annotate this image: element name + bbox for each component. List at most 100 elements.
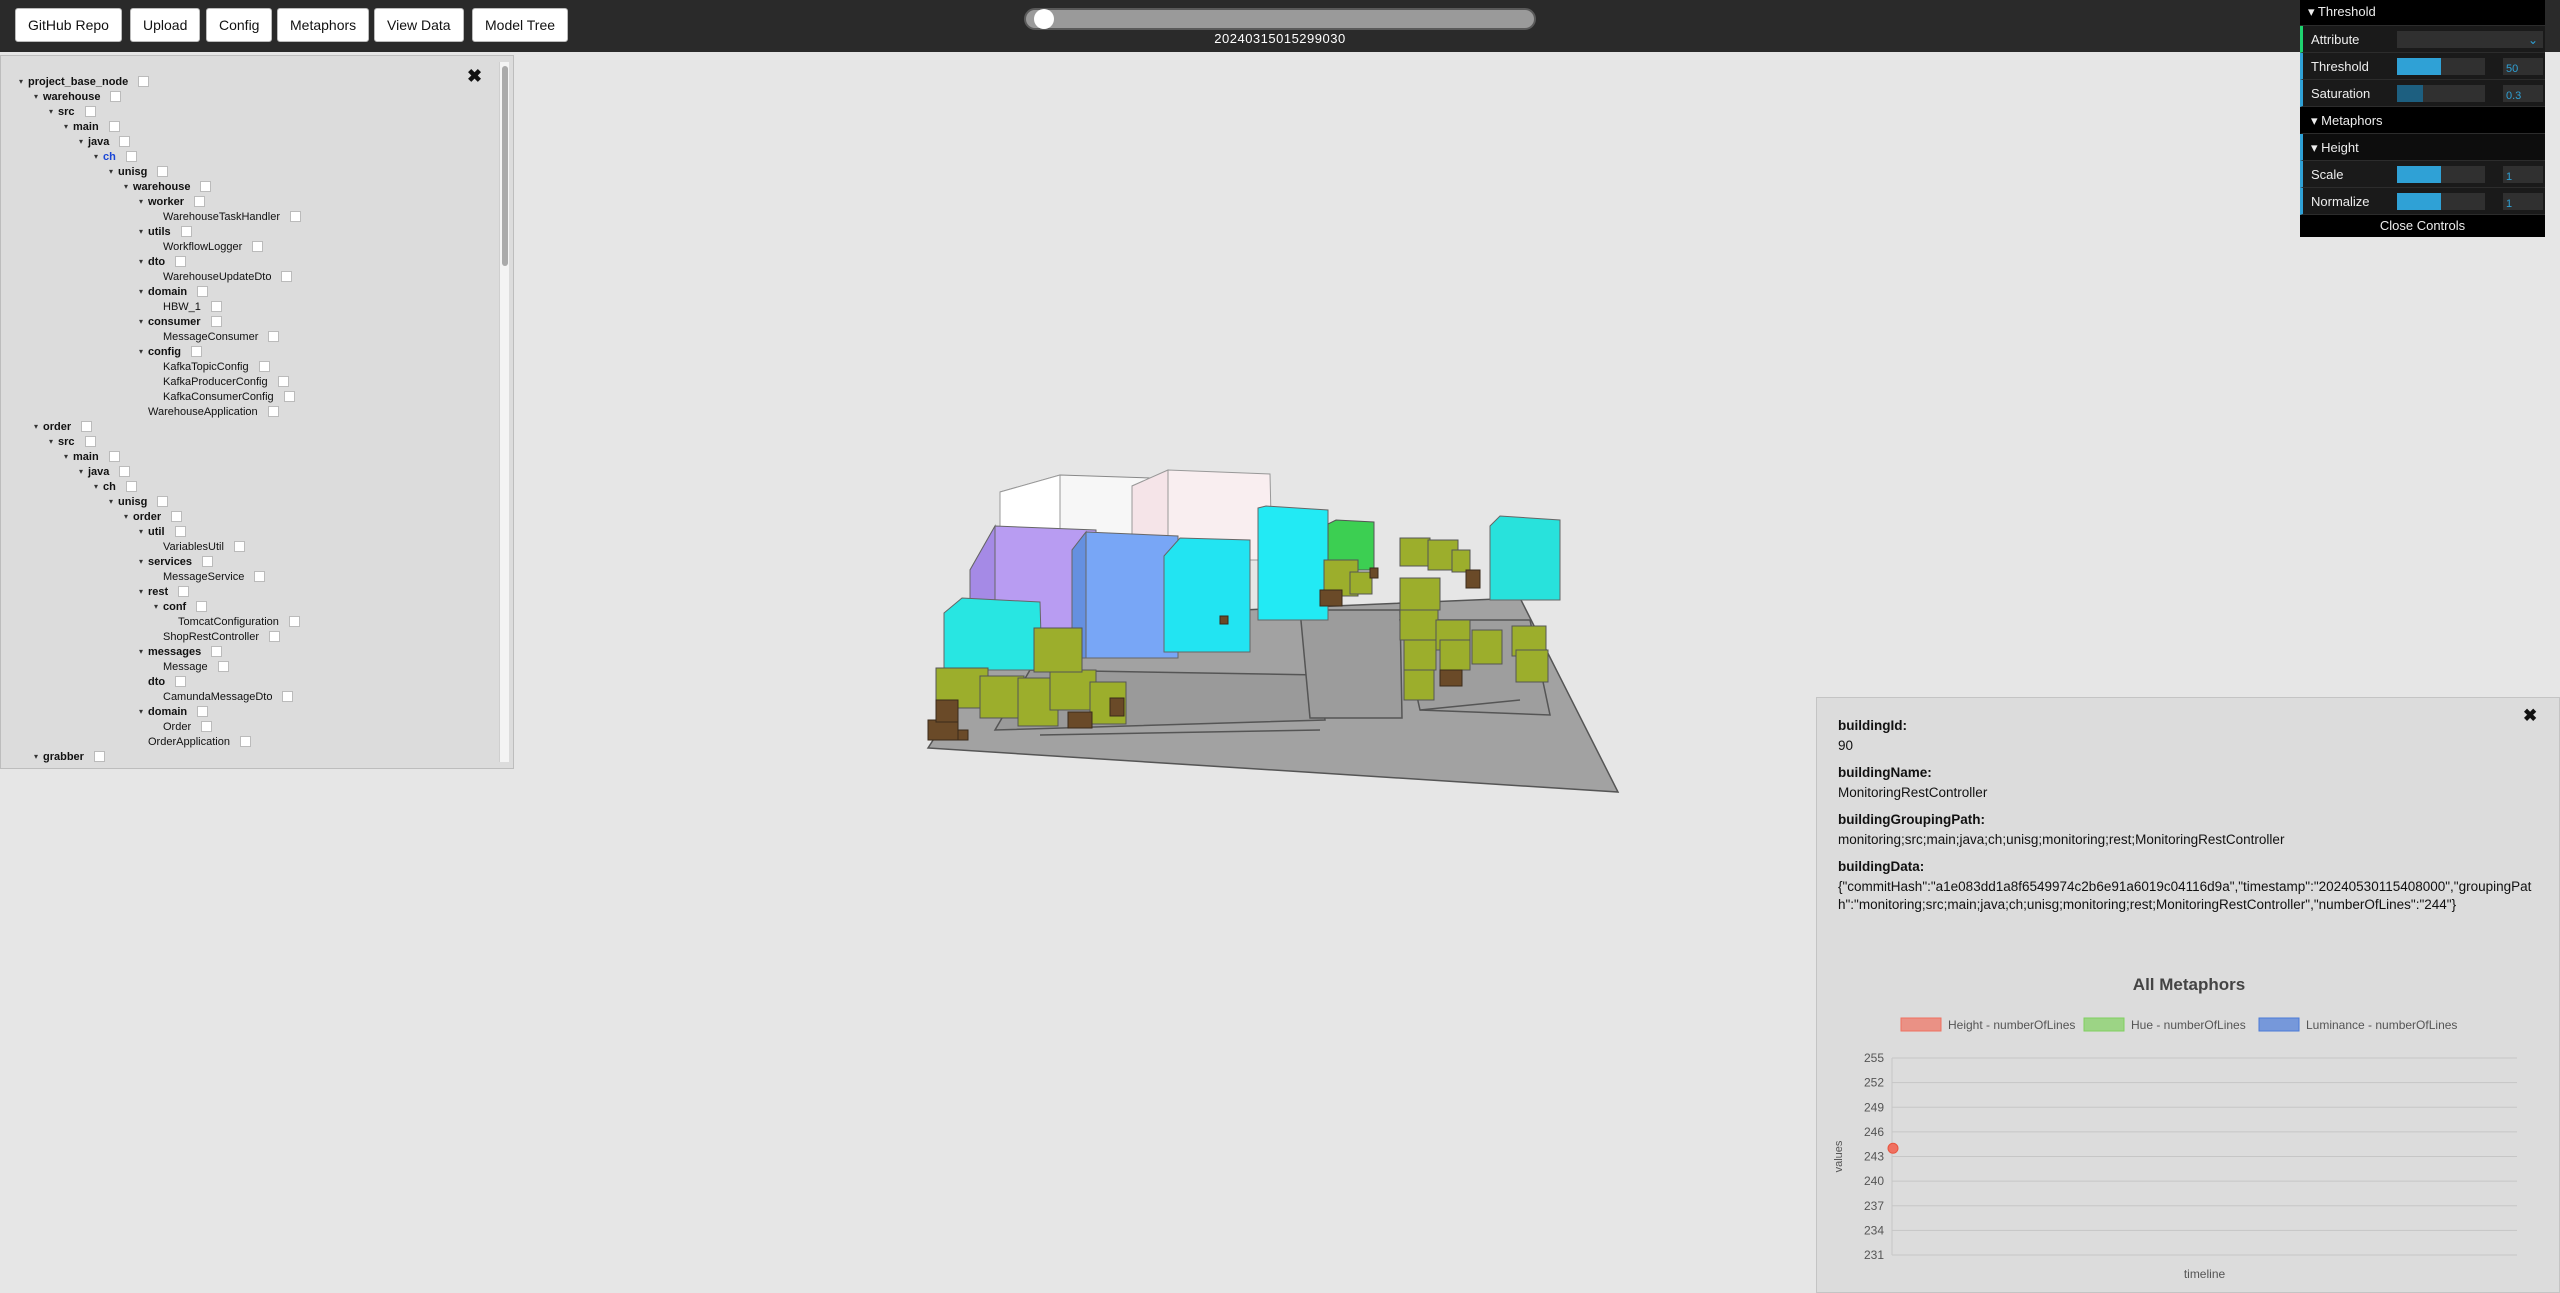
tree-folder[interactable]: ▾ src	[19, 104, 301, 119]
tree-folder[interactable]: ▾ project_base_node	[19, 74, 301, 89]
tree-folder[interactable]: ▾ java	[19, 464, 301, 479]
tree-file[interactable]: WorkflowLogger	[19, 239, 301, 254]
tree-item-checkbox[interactable]	[210, 316, 222, 327]
chevron-down-icon[interactable]: ▾	[34, 752, 43, 761]
chevron-down-icon[interactable]: ▾	[94, 482, 103, 491]
tree-item-checkbox[interactable]	[125, 151, 137, 162]
tree-folder[interactable]: ▾ config	[19, 344, 301, 359]
tree-item-checkbox[interactable]	[157, 496, 169, 507]
chevron-down-icon[interactable]: ▾	[19, 77, 28, 86]
tree-item-checkbox[interactable]	[194, 196, 206, 207]
tree-item-checkbox[interactable]	[178, 586, 190, 597]
tree-folder[interactable]: ▾ java	[19, 134, 301, 149]
chevron-down-icon[interactable]: ▾	[139, 317, 148, 326]
tree-folder[interactable]: ▾ unisg	[19, 164, 301, 179]
normalize-input[interactable]: 1	[2503, 193, 2543, 210]
tree-item-checkbox[interactable]	[289, 211, 301, 222]
tree-item-checkbox[interactable]	[157, 166, 169, 177]
normalize-slider[interactable]	[2397, 193, 2485, 210]
tree-item-checkbox[interactable]	[277, 376, 289, 387]
tree-folder[interactable]: ▾ order	[19, 419, 301, 434]
tree-folder[interactable]: ▾ order	[19, 509, 301, 524]
tree-item-checkbox[interactable]	[281, 271, 293, 282]
github-repo-button[interactable]: GitHub Repo	[15, 8, 122, 42]
close-icon[interactable]: ✖	[467, 66, 482, 87]
tree-file[interactable]: KafkaProducerConfig	[19, 374, 301, 389]
chevron-down-icon[interactable]: ▾	[79, 467, 88, 476]
tree-item-checkbox[interactable]	[217, 661, 229, 672]
tree-item-checkbox[interactable]	[288, 616, 300, 627]
tree-folder[interactable]: ▾ services	[19, 554, 301, 569]
tree-folder[interactable]: ▾ main	[19, 119, 301, 134]
chevron-down-icon[interactable]: ▾	[139, 587, 148, 596]
model-tree-button[interactable]: Model Tree	[472, 8, 569, 42]
tree-folder[interactable]: ▾ warehouse	[19, 179, 301, 194]
chevron-down-icon[interactable]: ▾	[139, 347, 148, 356]
tree-file[interactable]: MessageConsumer	[19, 329, 301, 344]
chevron-down-icon[interactable]: ▾	[94, 152, 103, 161]
tree-item-checkbox[interactable]	[258, 361, 270, 372]
tree-folder[interactable]: ▾ ch	[19, 149, 301, 164]
chevron-down-icon[interactable]: ▾	[139, 287, 148, 296]
tree-item-checkbox[interactable]	[93, 751, 105, 762]
threshold-slider[interactable]	[2397, 58, 2485, 75]
tree-folder[interactable]: ▾ utils	[19, 224, 301, 239]
tree-file[interactable]: KafkaTopicConfig	[19, 359, 301, 374]
tree-scrollbar[interactable]	[499, 62, 509, 762]
building[interactable]	[1163, 537, 1251, 653]
tree-file[interactable]: TomcatConfiguration	[19, 614, 301, 629]
tree-item-checkbox[interactable]	[268, 331, 280, 342]
chevron-down-icon[interactable]: ▾	[79, 137, 88, 146]
tree-item-checkbox[interactable]	[108, 121, 120, 132]
chevron-down-icon[interactable]: ▾	[64, 452, 73, 461]
chevron-down-icon[interactable]: ▾	[124, 512, 133, 521]
tree-folder[interactable]: ▾ warehouse	[19, 89, 301, 104]
tree-file[interactable]: KafkaConsumerConfig	[19, 389, 301, 404]
tree-item-checkbox[interactable]	[252, 241, 264, 252]
tree-item-checkbox[interactable]	[201, 721, 213, 732]
tree-folder[interactable]: ▾ src	[19, 434, 301, 449]
tree-item-checkbox[interactable]	[84, 436, 96, 447]
chevron-down-icon[interactable]: ▾	[109, 497, 118, 506]
scale-input[interactable]: 1	[2503, 166, 2543, 183]
timeline-slider[interactable]	[1024, 8, 1536, 30]
chevron-down-icon[interactable]: ▾	[139, 227, 148, 236]
chevron-down-icon[interactable]: ▾	[139, 707, 148, 716]
building[interactable]	[1071, 531, 1179, 659]
tree-folder[interactable]: ▾ consumer	[19, 314, 301, 329]
tree-folder[interactable]: ▾ util	[19, 524, 301, 539]
chevron-down-icon[interactable]: ▾	[34, 422, 43, 431]
building[interactable]	[943, 597, 1043, 671]
chevron-down-icon[interactable]: ▾	[49, 107, 58, 116]
timeline-slider-thumb[interactable]	[1034, 9, 1054, 29]
chevron-down-icon[interactable]: ▾	[154, 602, 163, 611]
tree-folder[interactable]: ▾ grabber	[19, 749, 301, 764]
tree-item-checkbox[interactable]	[200, 181, 212, 192]
chevron-down-icon[interactable]: ▾	[139, 197, 148, 206]
tree-item-checkbox[interactable]	[210, 301, 222, 312]
tree-item-checkbox[interactable]	[119, 466, 131, 477]
metaphors-folder[interactable]: ▾ Metaphors	[2300, 107, 2545, 134]
tree-file[interactable]: WarehouseApplication	[19, 404, 301, 419]
tree-folder[interactable]: dto	[19, 674, 301, 689]
tree-file[interactable]: Order	[19, 719, 301, 734]
metaphors-button[interactable]: Metaphors	[277, 8, 370, 42]
tree-item-checkbox[interactable]	[191, 346, 202, 357]
tree-file[interactable]: ShopRestController	[19, 629, 301, 644]
tree-file[interactable]: WarehouseUpdateDto	[19, 269, 301, 284]
attribute-select[interactable]: ⌄	[2397, 31, 2543, 48]
tree-file[interactable]: VariablesUtil	[19, 539, 301, 554]
chevron-down-icon[interactable]: ▾	[109, 167, 118, 176]
tree-item-checkbox[interactable]	[119, 136, 131, 147]
tree-item-checkbox[interactable]	[81, 421, 93, 432]
height-folder[interactable]: ▾ Height	[2300, 134, 2545, 161]
view-data-button[interactable]: View Data	[374, 8, 464, 42]
tree-item-checkbox[interactable]	[267, 406, 279, 417]
tree-item-checkbox[interactable]	[180, 226, 192, 237]
tree-item-checkbox[interactable]	[269, 631, 280, 642]
tree-folder[interactable]: ▾ domain	[19, 704, 301, 719]
chevron-down-icon[interactable]: ▾	[139, 647, 148, 656]
tree-folder[interactable]: ▾ messages	[19, 644, 301, 659]
chevron-down-icon[interactable]: ▾	[139, 557, 148, 566]
scale-slider[interactable]	[2397, 166, 2485, 183]
